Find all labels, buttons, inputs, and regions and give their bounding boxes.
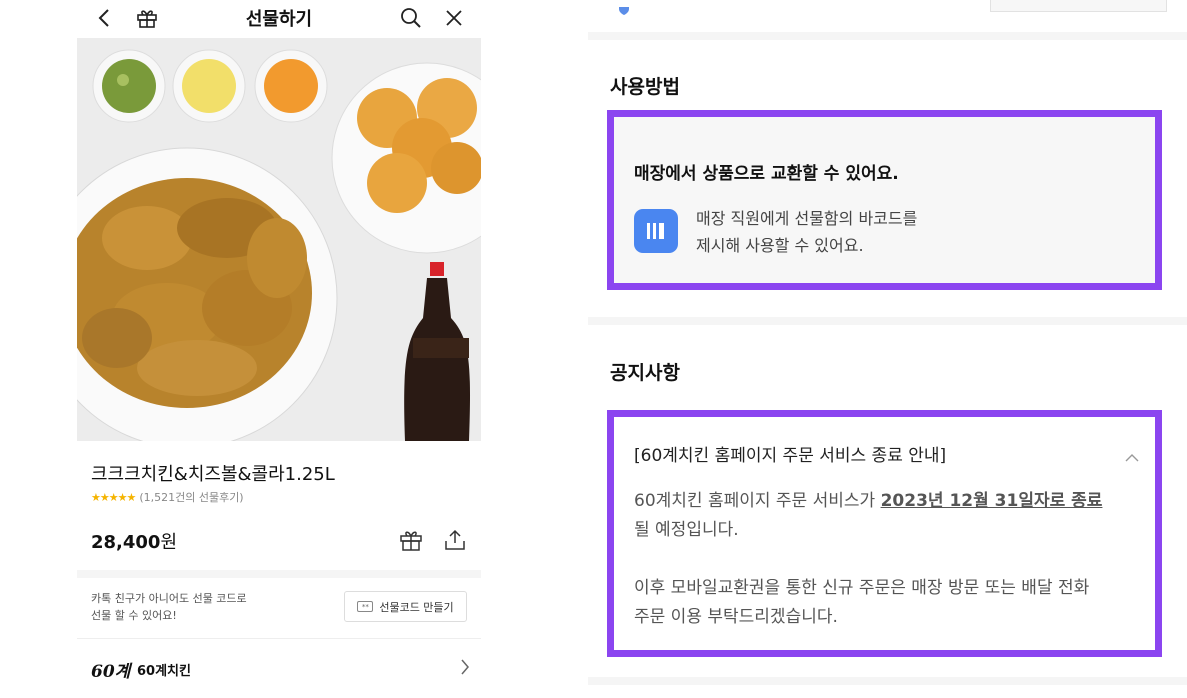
section-divider xyxy=(588,677,1187,685)
gift-code-icon: ** xyxy=(357,601,374,612)
chevron-up-icon[interactable] xyxy=(1125,447,1139,466)
search-icon[interactable] xyxy=(397,4,425,32)
top-bar: 선물하기 xyxy=(77,0,481,36)
sauce-bowl-yellow xyxy=(172,49,246,123)
notice-body-line2: 될 예정입니다. xyxy=(634,520,739,540)
barcode-icon xyxy=(634,209,678,253)
share-icon[interactable] xyxy=(441,526,469,554)
top-button-partial[interactable] xyxy=(990,0,1167,12)
gift-code-desc-line2: 선물 할 수 있어요! xyxy=(91,609,177,622)
product-name: 크크크치킨&치즈볼&콜라1.25L xyxy=(91,464,335,485)
review-count[interactable]: (1,521건의 선물후기) xyxy=(139,489,243,505)
gift-icon[interactable] xyxy=(397,526,425,554)
brand-name: 60계치킨 xyxy=(137,664,191,679)
usage-headline: 매장에서 상품으로 교환할 수 있어요. xyxy=(634,164,899,184)
notice-item[interactable]: [60계치킨 홈페이지 주문 서비스 종료 안내] 60계치킨 홈페이지 주문 … xyxy=(607,410,1162,657)
shield-icon xyxy=(617,0,631,19)
sauce-bowl-orange xyxy=(254,49,328,123)
product-image xyxy=(77,38,481,441)
gift-code-description: 카톡 친구가 아니어도 선물 코드로 선물 할 수 있어요! xyxy=(91,590,291,624)
product-info-panel: 사용방법 매장에서 상품으로 교환할 수 있어요. 매장 직원에게 선물함의 바… xyxy=(588,0,1187,698)
rating-row: ★★★★★ (1,521건의 선물후기) xyxy=(91,489,244,505)
usage-info-box: 매장에서 상품으로 교환할 수 있어요. 매장 직원에게 선물함의 바코드를 제… xyxy=(607,110,1162,290)
star-rating-icon: ★★★★★ xyxy=(91,490,136,504)
notice-body-line1: 60계치킨 홈페이지 주문 서비스가 2023년 12월 31일자로 종료 xyxy=(634,487,1149,516)
usage-section-title: 사용방법 xyxy=(610,76,680,98)
chevron-right-icon xyxy=(459,657,471,681)
section-divider xyxy=(588,317,1187,325)
notice-blank-line xyxy=(634,545,1149,574)
usage-description: 매장 직원에게 선물함의 바코드를 제시해 사용할 수 있어요. xyxy=(696,205,917,259)
product-price: 28,400원 xyxy=(91,528,177,554)
create-gift-code-label: 선물코드 만들기 xyxy=(379,600,454,614)
gift-code-desc-line1: 카톡 친구가 아니어도 선물 코드로 xyxy=(91,592,247,605)
usage-line2: 제시해 사용할 수 있어요. xyxy=(696,236,864,255)
close-icon[interactable] xyxy=(440,4,468,32)
notice-body-line4: 주문 이용 부탁드리겠습니다. xyxy=(634,607,838,627)
notice-body-line3: 이후 모바일교환권을 통한 신규 주문은 매장 방문 또는 배달 전화 xyxy=(634,578,1090,598)
section-divider xyxy=(588,32,1187,40)
gift-product-panel: 선물하기 크크크치킨&치즈볼&콜라1.25L ★★★★★ (1,521건의 선물… xyxy=(77,0,481,698)
create-gift-code-button[interactable]: ** 선물코드 만들기 xyxy=(344,591,467,622)
notice-end-date: 2023년 12월 31일자로 종료 xyxy=(880,491,1103,511)
notice-section-title: 공지사항 xyxy=(610,362,680,384)
price-value: 28,400 xyxy=(91,532,161,553)
brand-logo: 60계 xyxy=(91,662,131,682)
price-unit: 원 xyxy=(160,532,178,553)
brand-row[interactable]: 60계 60계치킨 xyxy=(77,638,481,698)
section-divider xyxy=(77,570,481,578)
sauce-bowl-green xyxy=(92,49,166,123)
notice-body-prefix: 60계치킨 홈페이지 주문 서비스가 xyxy=(634,491,881,511)
usage-line1: 매장 직원에게 선물함의 바코드를 xyxy=(696,209,918,228)
notice-body: 60계치킨 홈페이지 주문 서비스가 2023년 12월 31일자로 종료 될 … xyxy=(634,487,1149,632)
notice-item-title[interactable]: [60계치킨 홈페이지 주문 서비스 종료 안내] xyxy=(634,441,946,466)
